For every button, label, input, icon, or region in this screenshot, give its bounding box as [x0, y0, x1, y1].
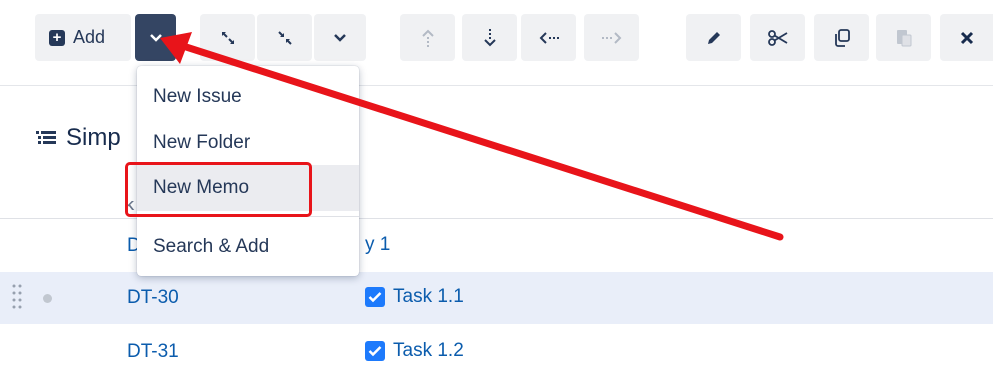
annotation-arrow	[160, 32, 784, 241]
